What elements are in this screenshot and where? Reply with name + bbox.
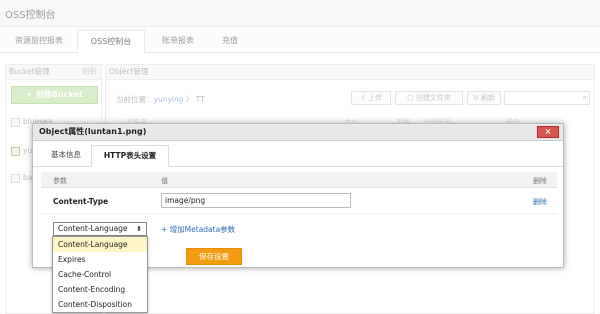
delete-link[interactable]: 删除 xyxy=(533,197,547,207)
table-row: Content-Type 删除 xyxy=(41,188,557,214)
option-expires[interactable]: Expires xyxy=(53,252,147,267)
option-content-encoding[interactable]: Content-Encoding xyxy=(53,282,147,297)
select-updown-icon: ⬍ xyxy=(136,225,142,233)
option-content-disposition[interactable]: Content-Disposition xyxy=(53,297,147,312)
dialog-tabs: 基本信息 HTTP表头设置 xyxy=(33,141,563,167)
param-name: Content-Type xyxy=(53,197,109,206)
tab-http-headers[interactable]: HTTP表头设置 xyxy=(91,145,169,167)
metadata-key-select[interactable]: Content-Language ⬍ xyxy=(53,222,147,236)
option-content-language[interactable]: Content-Language xyxy=(53,237,147,252)
dialog-title: Object属性(luntan1.png) xyxy=(39,127,147,136)
add-metadata-link[interactable]: + 增加Metadata参数 xyxy=(161,224,235,235)
metadata-key-dropdown: Content-Language Expires Cache-Control C… xyxy=(52,236,148,313)
tab-basic-info[interactable]: 基本信息 xyxy=(43,145,89,167)
dialog-title-bar: Object属性(luntan1.png) × xyxy=(33,124,563,141)
option-cache-control[interactable]: Cache-Control xyxy=(53,267,147,282)
col-value: 值 xyxy=(161,177,168,185)
save-settings-button[interactable]: 保存设置 xyxy=(186,248,242,265)
param-value-input[interactable] xyxy=(161,193,351,208)
col-param: 参数 xyxy=(53,177,67,185)
headers-table-header: 参数 值 删除 xyxy=(41,172,557,188)
col-delete: 删除 xyxy=(533,177,547,185)
close-button[interactable]: × xyxy=(537,126,559,138)
